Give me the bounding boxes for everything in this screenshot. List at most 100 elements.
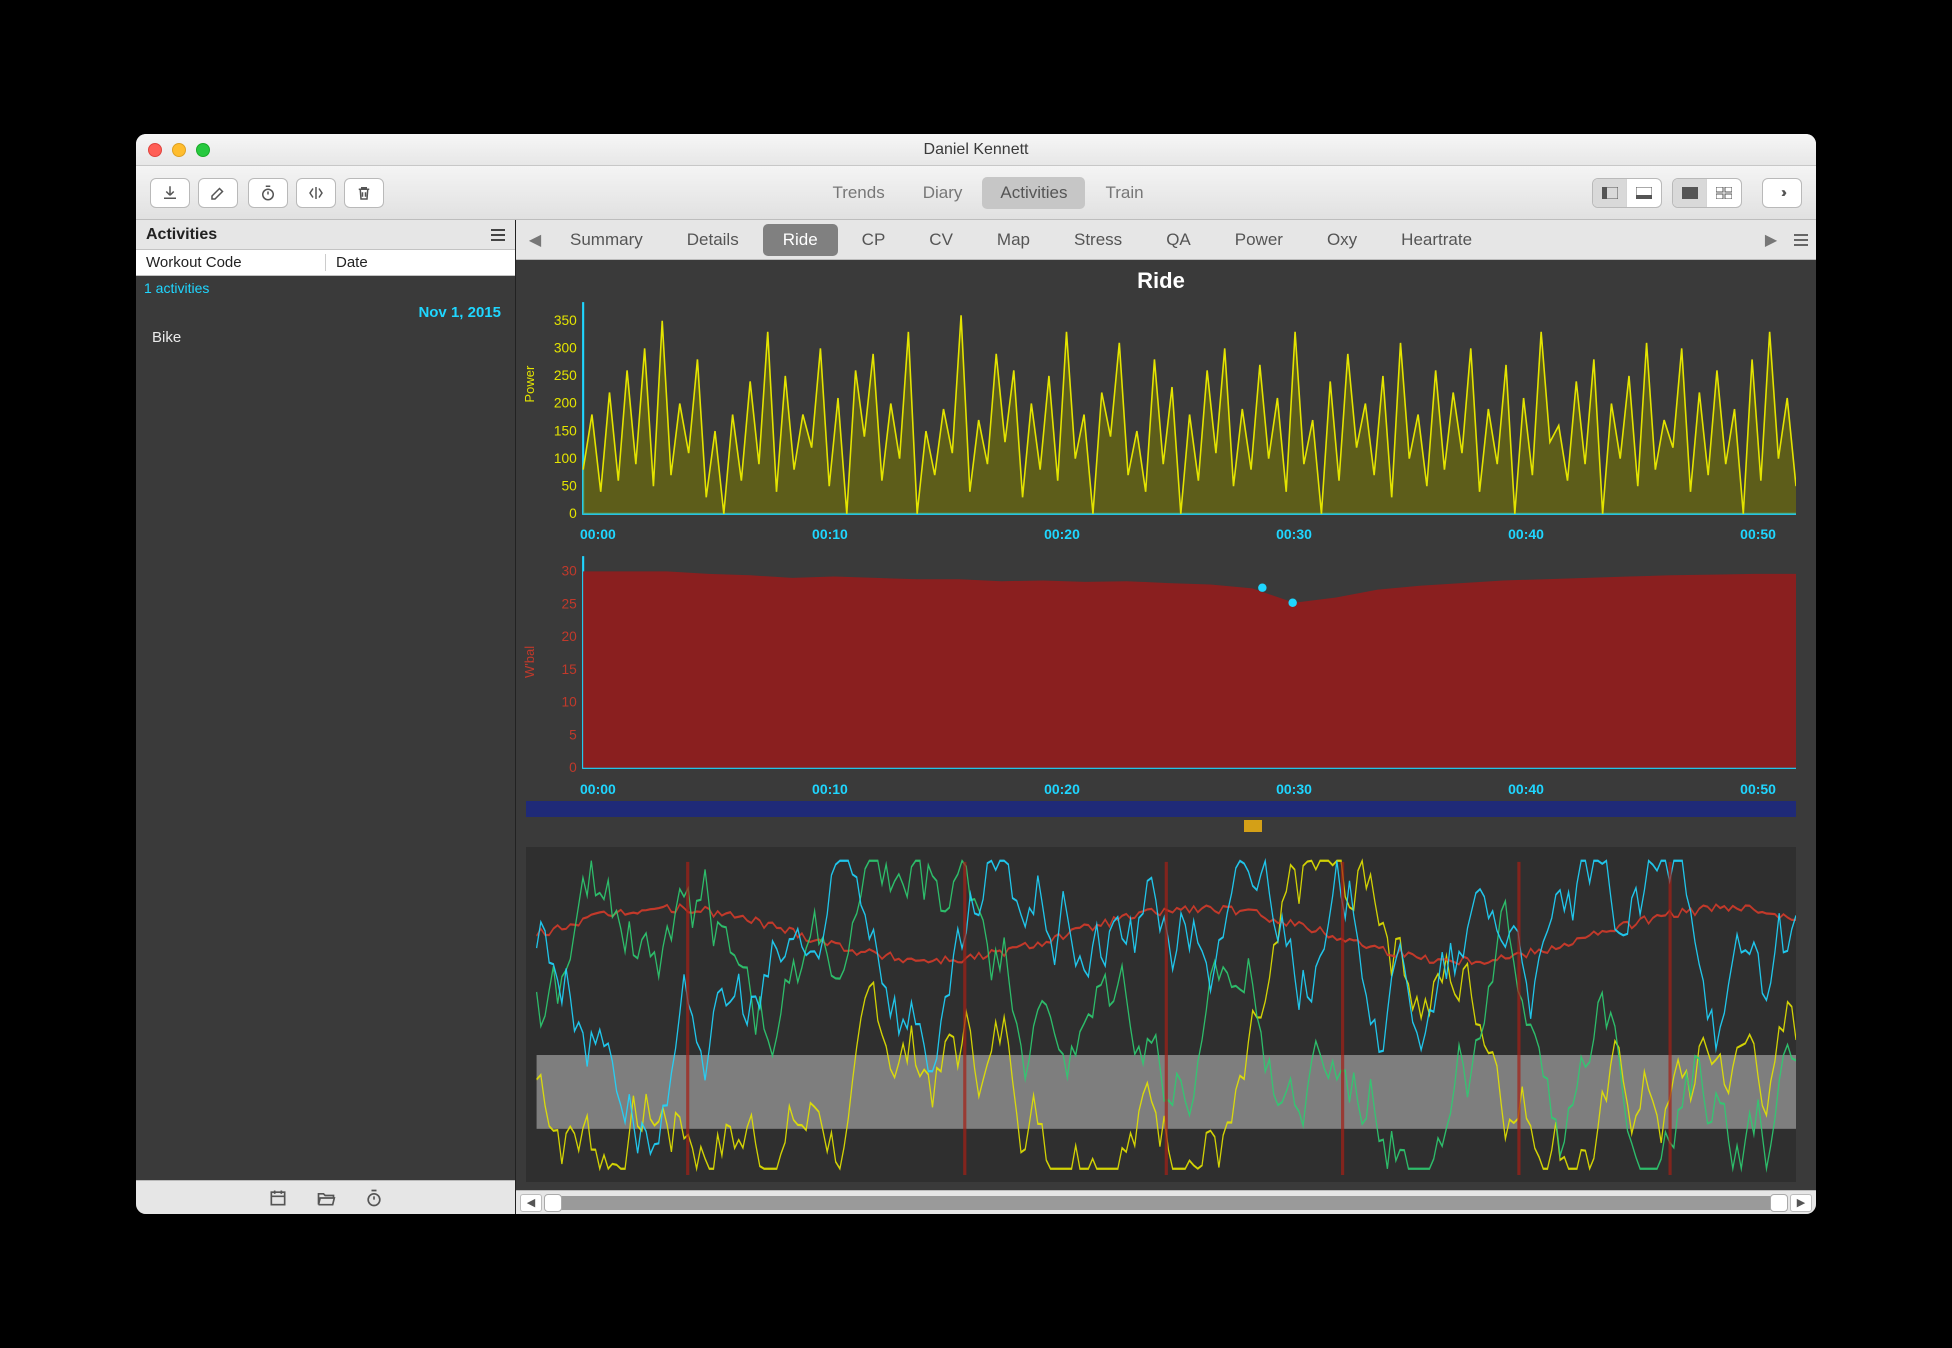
more-toolbar-button[interactable]: ›› <box>1762 178 1802 208</box>
svg-text:300: 300 <box>554 341 577 356</box>
tab-details[interactable]: Details <box>667 224 759 256</box>
app-window: Daniel Kennett Trends Diary <box>136 134 1816 1214</box>
download-button[interactable] <box>150 178 190 208</box>
toolbar: Trends Diary Activities Train ›› <box>136 166 1816 220</box>
svg-text:0: 0 <box>569 760 577 775</box>
scroll-track[interactable] <box>546 1196 1786 1210</box>
scroll-handle-left[interactable] <box>544 1194 562 1212</box>
nav-activities[interactable]: Activities <box>982 177 1085 209</box>
xtick: 00:30 <box>1276 526 1312 542</box>
power-chart[interactable]: Power 050100150200250300350 00:00 00:10 … <box>526 300 1796 542</box>
xtick: 00:10 <box>812 526 848 542</box>
scroll-right-button[interactable]: ▶ <box>1790 1194 1812 1212</box>
tab-power[interactable]: Power <box>1215 224 1303 256</box>
svg-text:30: 30 <box>562 564 578 579</box>
activity-date-header[interactable]: Nov 1, 2015 <box>136 300 515 325</box>
body: Activities Workout Code Date 1 activitie… <box>136 220 1816 1214</box>
edit-button[interactable] <box>198 178 238 208</box>
col-date[interactable]: Date <box>326 254 368 271</box>
stopwatch-icon <box>259 184 277 202</box>
window-title: Daniel Kennett <box>136 141 1816 159</box>
xtick: 00:50 <box>1740 781 1776 797</box>
download-icon <box>161 184 179 202</box>
activity-row[interactable]: Bike <box>136 325 515 350</box>
xtick: 00:40 <box>1508 781 1544 797</box>
tab-map[interactable]: Map <box>977 224 1050 256</box>
titlebar: Daniel Kennett <box>136 134 1816 166</box>
main-panel: ◀ Summary Details Ride CP CV Map Stress … <box>516 220 1816 1214</box>
xtick: 00:10 <box>812 781 848 797</box>
svg-text:0: 0 <box>569 506 577 521</box>
toolbar-analysis-group <box>248 178 384 208</box>
tab-summary[interactable]: Summary <box>550 224 663 256</box>
xtick: 00:20 <box>1044 526 1080 542</box>
sidebar-menu-button[interactable] <box>491 229 505 241</box>
svg-text:20: 20 <box>562 629 578 644</box>
svg-text:25: 25 <box>562 597 578 612</box>
trash-icon <box>355 184 373 202</box>
xtick: 00:20 <box>1044 781 1080 797</box>
layout-grid[interactable] <box>1707 179 1741 207</box>
xtick: 00:00 <box>580 526 616 542</box>
power-x-labels: 00:00 00:10 00:20 00:30 00:40 00:50 <box>526 522 1796 542</box>
col-workout-code[interactable]: Workout Code <box>136 254 326 271</box>
tabs-right-arrow[interactable]: ▶ <box>1760 230 1782 250</box>
interval-markers <box>526 817 1796 835</box>
tab-stress[interactable]: Stress <box>1054 224 1142 256</box>
layout-segment-1 <box>1592 178 1662 208</box>
tab-oxy[interactable]: Oxy <box>1307 224 1377 256</box>
svg-text:5: 5 <box>569 728 577 743</box>
layout-sidebar-bottom[interactable] <box>1627 179 1661 207</box>
calendar-icon[interactable] <box>268 1188 288 1208</box>
tab-qa[interactable]: QA <box>1146 224 1211 256</box>
xtick: 00:50 <box>1740 526 1776 542</box>
chevrons-right-icon: ›› <box>1781 184 1783 201</box>
sidebar-bottom-icon <box>1636 187 1652 199</box>
split-icon <box>307 184 325 202</box>
chart-area: Ride Power 050100150200250300350 00:00 0… <box>516 260 1816 1190</box>
delete-button[interactable] <box>344 178 384 208</box>
overview-chart[interactable] <box>526 847 1796 1183</box>
nav-train[interactable]: Train <box>1087 177 1161 209</box>
svg-text:50: 50 <box>562 478 578 493</box>
tabs-menu-button[interactable] <box>1794 234 1808 246</box>
stopwatch-button[interactable] <box>248 178 288 208</box>
scroll-left-button[interactable]: ◀ <box>520 1194 542 1212</box>
tabs-left-arrow[interactable]: ◀ <box>524 230 546 250</box>
sidebar: Activities Workout Code Date 1 activitie… <box>136 220 516 1214</box>
layout-sidebar-left[interactable] <box>1593 179 1627 207</box>
main-nav: Trends Diary Activities Train <box>814 177 1161 209</box>
panel-full-icon <box>1682 187 1698 199</box>
activity-count: 1 activities <box>136 276 515 300</box>
split-button[interactable] <box>296 178 336 208</box>
selection-strip[interactable] <box>526 801 1796 817</box>
tab-cp[interactable]: CP <box>842 224 906 256</box>
svg-text:15: 15 <box>562 662 578 677</box>
timeline-scrollbar: ◀ ▶ <box>516 1190 1816 1214</box>
folder-open-icon[interactable] <box>316 1188 336 1208</box>
nav-diary[interactable]: Diary <box>905 177 981 209</box>
panel-grid-icon <box>1716 187 1732 199</box>
sidebar-footer <box>136 1180 515 1214</box>
chart-tabs: ◀ Summary Details Ride CP CV Map Stress … <box>516 220 1816 260</box>
layout-full[interactable] <box>1673 179 1707 207</box>
wbal-chart[interactable]: W'bal 051015202530 00:00 00:10 00:20 00:… <box>526 554 1796 834</box>
scroll-handle-right[interactable] <box>1770 1194 1788 1212</box>
svg-text:200: 200 <box>554 396 577 411</box>
interval-marker[interactable] <box>1244 820 1262 832</box>
tab-cv[interactable]: CV <box>909 224 973 256</box>
stopwatch-small-icon[interactable] <box>364 1188 384 1208</box>
wbal-x-labels: 00:00 00:10 00:20 00:30 00:40 00:50 <box>526 777 1796 797</box>
chart-title: Ride <box>526 268 1796 294</box>
xtick: 00:00 <box>580 781 616 797</box>
xtick: 00:40 <box>1508 526 1544 542</box>
sidebar-columns: Workout Code Date <box>136 250 515 276</box>
sidebar-left-icon <box>1602 187 1618 199</box>
svg-text:10: 10 <box>562 695 578 710</box>
toolbar-file-group <box>150 178 238 208</box>
sidebar-header: Activities <box>136 220 515 250</box>
tab-heartrate[interactable]: Heartrate <box>1381 224 1492 256</box>
tab-ride[interactable]: Ride <box>763 224 838 256</box>
svg-text:150: 150 <box>554 423 577 438</box>
nav-trends[interactable]: Trends <box>814 177 902 209</box>
